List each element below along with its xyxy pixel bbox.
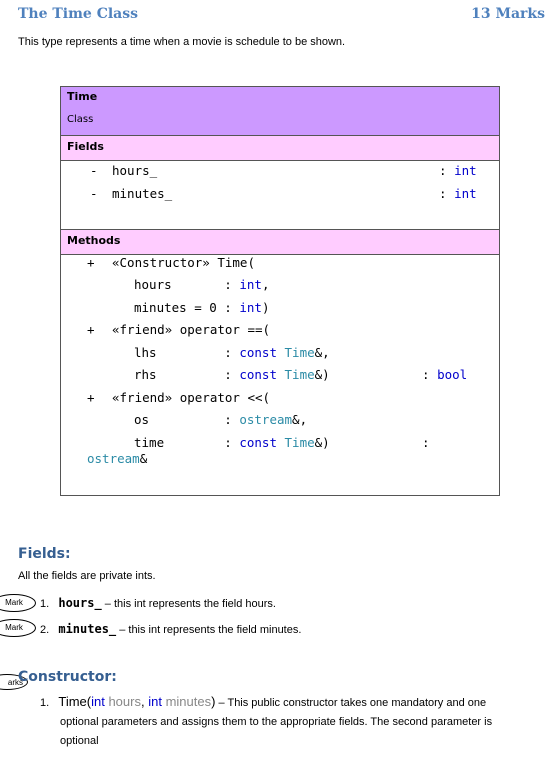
method-param: hours : int, bbox=[134, 277, 270, 292]
uml-class-kind: Class bbox=[67, 114, 94, 125]
uml-fields-header: Fields bbox=[61, 136, 499, 161]
field-item: 1. hours_ – this int represents the fiel… bbox=[40, 596, 276, 610]
method-param: lhs : const Time&, bbox=[134, 345, 330, 360]
method-param: os : ostream&, bbox=[134, 412, 308, 427]
uml-methods-header: Methods bbox=[61, 230, 499, 255]
field-visibility: - bbox=[90, 163, 98, 178]
mark-badge: Mark bbox=[0, 594, 36, 612]
method-return-sep: : bbox=[422, 435, 430, 450]
field-item: 2. minutes_ – this int represents the fi… bbox=[40, 622, 302, 636]
uml-class-name: Time bbox=[67, 90, 98, 103]
fields-description: All the fields are private ints. bbox=[18, 570, 156, 582]
uml-class-diagram: Time Class Fields - hours_ : int - minut… bbox=[60, 86, 500, 496]
field-name: hours_ bbox=[112, 163, 158, 178]
uml-fields-list: - hours_ : int - minutes_ : int bbox=[61, 161, 499, 230]
method-visibility: + bbox=[87, 322, 95, 337]
marks-total: 13 Marks bbox=[471, 6, 545, 22]
method-param: minutes = 0 : int) bbox=[134, 300, 270, 315]
field-name: minutes_ bbox=[112, 186, 173, 201]
uml-class-header: Time Class bbox=[61, 87, 499, 136]
fields-heading: Fields: bbox=[18, 546, 71, 562]
mark-badge: Mark bbox=[0, 619, 36, 637]
method-return: ostream& bbox=[87, 451, 148, 466]
method-param: time : const Time&) bbox=[134, 435, 330, 450]
method-param: rhs : const Time&) bbox=[134, 367, 330, 382]
field-type: : int bbox=[439, 186, 477, 201]
field-visibility: - bbox=[90, 186, 98, 201]
method-visibility: + bbox=[87, 390, 95, 405]
uml-methods-list: + «Constructor» Time( hours : int, minut… bbox=[61, 255, 499, 495]
intro-text: This type represents a time when a movie… bbox=[18, 36, 346, 48]
constructor-heading: Constructor: bbox=[18, 669, 117, 685]
method-visibility: + bbox=[87, 255, 95, 270]
method-return: : bool bbox=[422, 367, 468, 382]
constructor-item: 1. Time(int hours, int minutes) – This p… bbox=[40, 694, 493, 747]
method-signature: «friend» operator <<( bbox=[112, 390, 271, 405]
section-title: The Time Class bbox=[18, 6, 139, 22]
field-type: : int bbox=[439, 163, 477, 178]
method-signature: «Constructor» Time( bbox=[112, 255, 255, 270]
method-signature: «friend» operator ==( bbox=[112, 322, 271, 337]
